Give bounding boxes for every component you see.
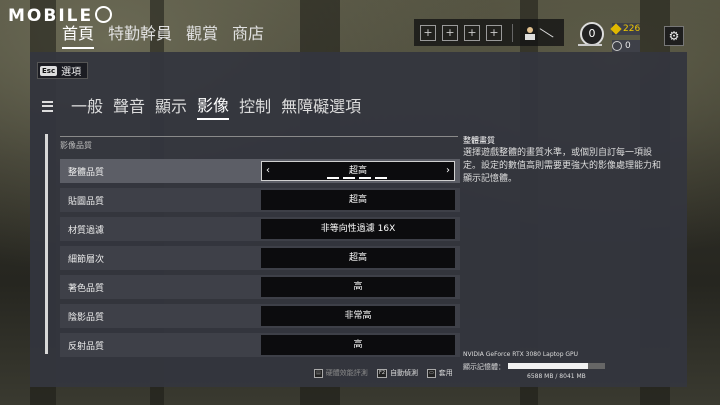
- level-progress-bar: [578, 44, 602, 46]
- setting-value[interactable]: 高: [261, 277, 455, 297]
- tab-accessibility[interactable]: 無障礙選項: [281, 93, 361, 119]
- setting-label: 整體品質: [68, 168, 105, 178]
- squad-slot[interactable]: +: [420, 24, 436, 41]
- tab-controls[interactable]: 控制: [239, 93, 271, 119]
- main-nav: 首頁 特勤幹員 觀賞 商店: [62, 20, 264, 49]
- tab-display[interactable]: 顯示: [155, 93, 187, 119]
- vram-bar: [508, 363, 605, 369]
- nav-watch[interactable]: 觀賞: [186, 20, 218, 49]
- squad-slot[interactable]: +: [442, 24, 458, 41]
- chevron-left-icon[interactable]: ‹: [266, 162, 270, 180]
- setting-value-selector[interactable]: ‹ 超高 ›: [261, 161, 455, 181]
- nav-shop[interactable]: 商店: [232, 20, 264, 49]
- benchmark-label: 硬體效能評測: [325, 369, 368, 377]
- option-indicator: [327, 177, 391, 179]
- menu-icon: [42, 100, 53, 112]
- setting-label: 反射品質: [68, 342, 105, 352]
- tab-audio[interactable]: 聲音: [113, 93, 145, 119]
- setting-reflection-quality[interactable]: 反射品質 高: [60, 333, 460, 357]
- gpu-name: NVIDIA GeForce RTX 3080 Laptop GPU: [463, 351, 579, 358]
- player-level[interactable]: 0: [580, 22, 604, 46]
- setting-value[interactable]: 非等向性過濾 16X: [261, 219, 455, 239]
- vram-value: 6588 MB / 8041 MB: [527, 373, 586, 380]
- setting-value: 超高: [348, 166, 367, 176]
- setting-value[interactable]: 超高: [261, 248, 455, 268]
- setting-texture-filtering[interactable]: 材質過濾 非等向性過濾 16X: [60, 217, 460, 241]
- squad-slot[interactable]: +: [464, 24, 480, 41]
- setting-lod[interactable]: 細節層次 超高: [60, 246, 460, 270]
- credits-icon: [612, 41, 622, 51]
- setting-shading-quality[interactable]: 著色品質 高: [60, 275, 460, 299]
- tab-general[interactable]: 一般: [71, 93, 103, 119]
- key-icon: ▭: [427, 368, 436, 378]
- back-label: 選項: [61, 67, 82, 78]
- renown-value: 226: [623, 24, 641, 34]
- setting-label: 貼圖品質: [68, 197, 105, 207]
- nav-operators[interactable]: 特勤幹員: [108, 20, 172, 49]
- operator-icon[interactable]: [523, 26, 537, 40]
- auto-detect-label: 自動偵測: [390, 369, 419, 377]
- setting-texture-quality[interactable]: 貼圖品質 超高: [60, 188, 460, 212]
- top-bar: MOBILE 首頁 特勤幹員 觀賞 商店 + + + + ╲ 0 226 0 ⚙: [0, 0, 720, 52]
- vram-fill: [508, 363, 588, 369]
- knife-icon: ╲: [539, 24, 554, 41]
- chevron-right-icon[interactable]: ›: [446, 162, 450, 180]
- setting-value[interactable]: 高: [261, 335, 455, 355]
- key-icon: F2: [377, 368, 388, 378]
- setting-label: 細節層次: [68, 255, 105, 265]
- gear-icon[interactable]: ⚙: [664, 26, 684, 46]
- setting-overall-quality[interactable]: 整體品質 ‹ 超高 ›: [60, 159, 460, 183]
- nav-home[interactable]: 首頁: [62, 20, 95, 49]
- section-title: 影像品質: [60, 136, 458, 151]
- apply-button[interactable]: ▭ 套用: [427, 368, 453, 378]
- key-icon: ▤: [314, 368, 323, 378]
- description-title: 整體畫質: [463, 136, 495, 145]
- esc-key-icon: Esc: [40, 65, 58, 76]
- vram-label: 顯示記憶體：: [463, 363, 505, 371]
- auto-detect-button[interactable]: F2 自動偵測: [377, 368, 418, 378]
- setting-label: 著色品質: [68, 284, 105, 294]
- scrollbar[interactable]: [45, 134, 48, 354]
- setting-shadow-quality[interactable]: 陰影品質 非常高: [60, 304, 460, 328]
- options-tabs: 一般 聲音 顯示 影像 控制 無障礙選項: [42, 92, 361, 120]
- settings-list: 整體品質 ‹ 超高 › 貼圖品質 超高 材質過濾 非等向性過濾 16X 細節層次…: [60, 159, 460, 362]
- setting-value[interactable]: 超高: [261, 190, 455, 210]
- setting-value[interactable]: 非常高: [261, 306, 455, 326]
- description-text: 選擇遊戲整體的畫質水準，或個別自訂每一項設定。設定的數值高則需要更強大的影像處理…: [463, 148, 662, 184]
- divider: [512, 23, 513, 42]
- tab-graphics[interactable]: 影像: [197, 92, 230, 120]
- apply-label: 套用: [438, 369, 453, 377]
- setting-label: 材質過濾: [68, 226, 105, 236]
- renown-icon: [610, 23, 622, 35]
- benchmark-button[interactable]: ▤ 硬體效能評測: [314, 368, 368, 378]
- squad-slots: + + + + ╲: [414, 19, 564, 46]
- squad-slot[interactable]: +: [486, 24, 502, 41]
- credits-value: 0: [625, 41, 631, 51]
- back-button[interactable]: Esc 選項: [37, 62, 89, 79]
- setting-label: 陰影品質: [68, 313, 105, 323]
